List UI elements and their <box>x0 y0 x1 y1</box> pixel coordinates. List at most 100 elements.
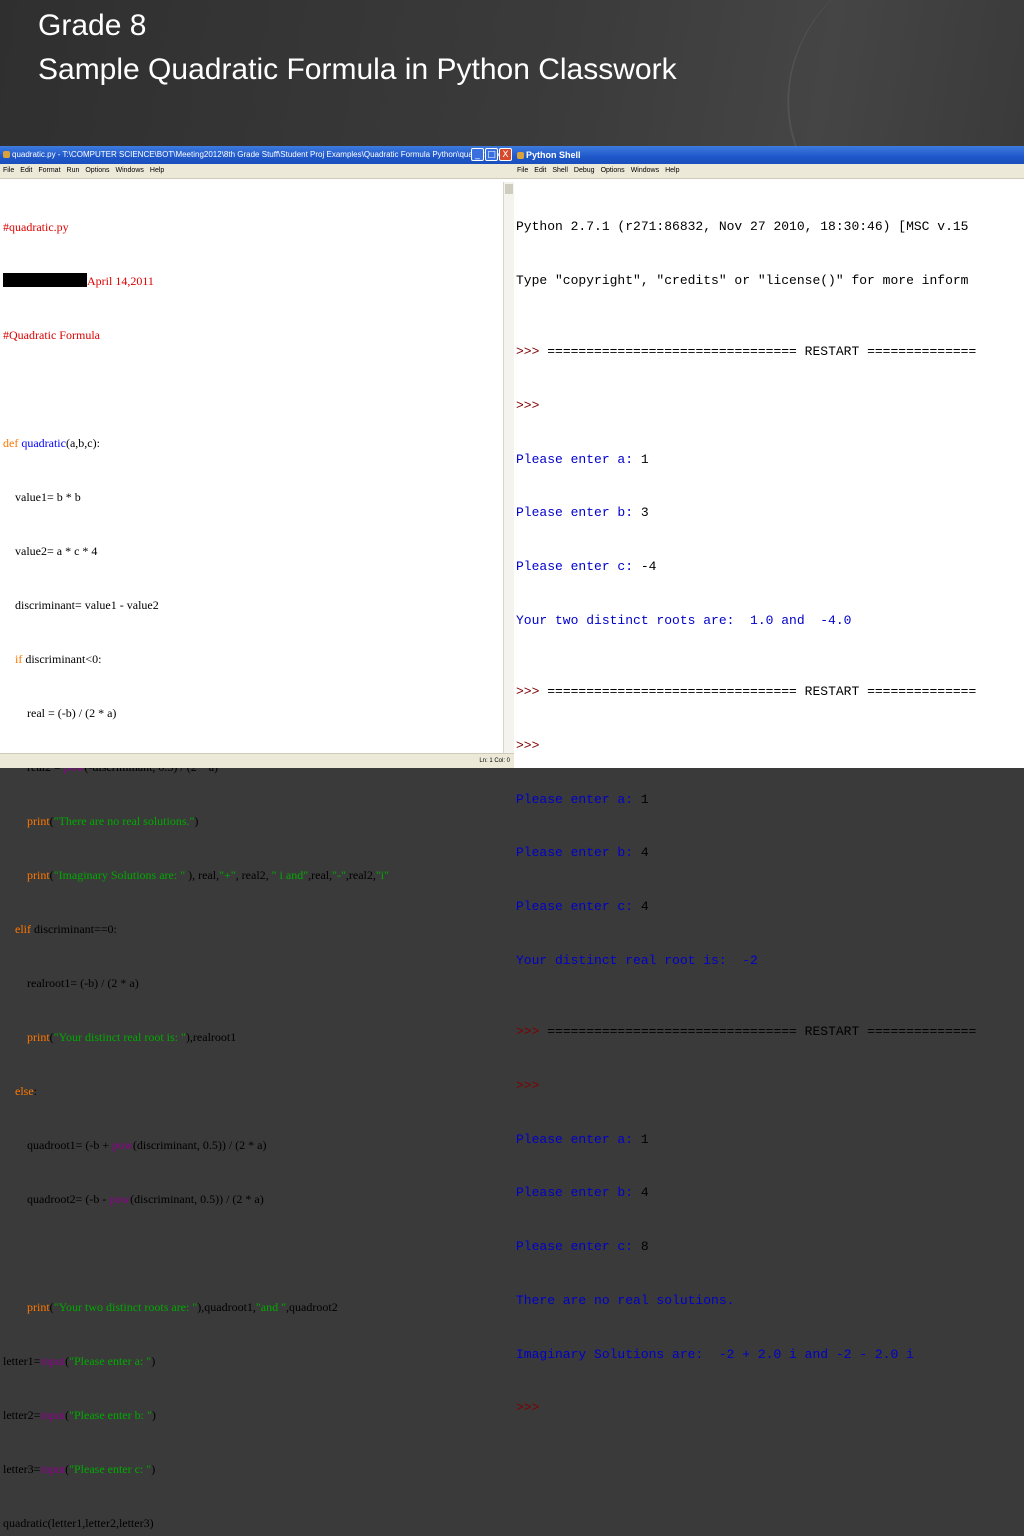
shell-prompt: >>> <box>516 397 540 413</box>
code-line: if discriminant<0: <box>3 650 504 668</box>
menu-help[interactable]: Help <box>665 167 679 174</box>
shell-banner: Type "copyright", "credits" or "license(… <box>516 272 969 288</box>
editor-status-bar: Ln: 1 Col: 0 <box>0 753 514 768</box>
user-input: 1 <box>640 1131 649 1147</box>
code-line: print("There are no real solutions.") <box>3 812 504 830</box>
string: "Please enter c: " <box>69 1462 152 1476</box>
maximize-button[interactable]: □ <box>485 148 498 161</box>
user-input: 3 <box>640 505 649 521</box>
code-text: , real2, <box>235 868 272 882</box>
code-text: discriminant==0: <box>31 922 117 936</box>
shell-restart-line: >>> ================================ RES… <box>516 1023 1024 1041</box>
program-output: Your two distinct roots are: 1.0 and -4.… <box>516 612 852 628</box>
shell-titlebar[interactable]: Python Shell <box>514 146 1024 164</box>
code-text: ), real, <box>185 868 220 882</box>
keyword: def <box>3 436 19 450</box>
menu-windows[interactable]: Windows <box>115 167 143 174</box>
menu-edit[interactable]: Edit <box>534 167 546 174</box>
string: "Please enter a: " <box>69 1354 152 1368</box>
menu-file[interactable]: File <box>3 167 14 174</box>
python-file-icon <box>3 151 10 159</box>
shell-line: Please enter a: 1 <box>516 1131 1024 1149</box>
menu-edit[interactable]: Edit <box>20 167 32 174</box>
code-text: quadroot2= (-b - <box>3 1192 110 1206</box>
shell-line: Please enter c: 8 <box>516 1238 1024 1256</box>
shell-output[interactable]: Python 2.7.1 (r271:86832, Nov 27 2010, 1… <box>516 182 1024 1453</box>
input-prompt-text: Please enter b: <box>516 505 641 521</box>
code-line: quadroot1= (-b + pow(discriminant, 0.5))… <box>3 1136 504 1154</box>
menu-shell[interactable]: Shell <box>552 167 568 174</box>
shell-banner: Python 2.7.1 (r271:86832, Nov 27 2010, 1… <box>516 218 969 234</box>
code-line: quadroot2= (-b - pow(discriminant, 0.5))… <box>3 1190 504 1208</box>
code-line: print("Your two distinct roots are: "),q… <box>3 1298 504 1316</box>
shell-window-title: Python Shell <box>526 150 581 160</box>
editor-window[interactable]: quadratic.py - T:\COMPUTER SCIENCE\BOT\M… <box>0 146 515 1530</box>
string: "+" <box>219 868 236 882</box>
menu-format[interactable]: Format <box>38 167 60 174</box>
user-input: 4 <box>640 899 649 915</box>
code-text: discriminant<0: <box>22 652 102 666</box>
editor-window-title: quadratic.py - T:\COMPUTER SCIENCE\BOT\M… <box>12 150 504 159</box>
menu-file[interactable]: File <box>517 167 528 174</box>
code-text: (discriminant, 0.5)) / (2 * a) <box>132 1138 267 1152</box>
keyword: else <box>15 1084 34 1098</box>
slide-title-line-1: Grade 8 <box>38 9 147 42</box>
shell-prompt[interactable]: >>> <box>516 1399 1024 1417</box>
builtin: pow <box>109 1192 131 1206</box>
code-editor[interactable]: #quadratic.py April 14,2011 #Quadratic F… <box>3 182 504 1536</box>
restart-banner: ================================ RESTART… <box>547 344 977 360</box>
input-prompt-text: Please enter c: <box>516 1239 641 1255</box>
code-line: letter2=input("Please enter b: ") <box>3 1406 504 1424</box>
input-prompt-text: Please enter b: <box>516 1185 641 1201</box>
code-text: (discriminant, 0.5)) / (2 * a) <box>130 1192 264 1206</box>
scrollbar-thumb[interactable] <box>505 184 513 194</box>
code-line: value2= a * c * 4 <box>3 544 98 558</box>
string: "Your distinct real root is: " <box>53 1030 186 1044</box>
code-text: ) <box>151 1354 156 1368</box>
input-prompt-text: Please enter c: <box>516 558 641 574</box>
input-prompt-text: Please enter a: <box>516 791 641 807</box>
menu-debug[interactable]: Debug <box>574 167 595 174</box>
shell-restart-line: >>> ================================ RES… <box>516 343 1024 361</box>
code-text: (a,b,c): <box>65 436 100 450</box>
code-line: realroot1= (-b) / (2 * a) <box>3 976 139 990</box>
builtin: input <box>40 1354 66 1368</box>
input-prompt-text: Please enter a: <box>516 1131 641 1147</box>
code-text: ),quadroot1, <box>197 1300 256 1314</box>
menu-options[interactable]: Options <box>85 167 109 174</box>
comment: #Quadratic Formula <box>3 328 100 342</box>
close-button[interactable]: X <box>499 148 512 161</box>
program-output: Imaginary Solutions are: -2 + 2.0 i and … <box>516 1346 914 1362</box>
program-output: Your distinct real root is: -2 <box>516 952 758 968</box>
shell-restart-line: >>> ================================ RES… <box>516 683 1024 701</box>
comment-date: April 14,2011 <box>87 274 154 288</box>
redaction-box <box>3 273 87 287</box>
shell-line: Please enter b: 3 <box>516 504 1024 522</box>
menu-run[interactable]: Run <box>67 167 80 174</box>
shell-line: Please enter c: -4 <box>516 558 1024 576</box>
restart-banner: ================================ RESTART… <box>547 1024 977 1040</box>
builtin: input <box>40 1408 66 1422</box>
code-text: ),realroot1 <box>185 1030 237 1044</box>
minimize-button[interactable]: _ <box>471 148 484 161</box>
code-line: letter3=input("Please enter c: ") <box>3 1460 504 1478</box>
shell-prompt: >>> <box>516 344 548 360</box>
shell-window[interactable]: Python Shell File Edit Shell Debug Options Wi… <box>514 146 1024 1415</box>
string: "Your two distinct roots are: " <box>53 1300 198 1314</box>
editor-scrollbar[interactable] <box>503 182 514 754</box>
code-text: letter1= <box>3 1354 41 1368</box>
code-text: letter2= <box>3 1408 41 1422</box>
menu-windows[interactable]: Windows <box>631 167 659 174</box>
string: "and " <box>255 1300 287 1314</box>
menu-options[interactable]: Options <box>601 167 625 174</box>
menu-help[interactable]: Help <box>150 167 164 174</box>
code-line: print("Your distinct real root is: "),re… <box>3 1028 504 1046</box>
python-shell-icon <box>517 152 524 160</box>
editor-titlebar[interactable]: quadratic.py - T:\COMPUTER SCIENCE\BOT\M… <box>0 146 514 164</box>
